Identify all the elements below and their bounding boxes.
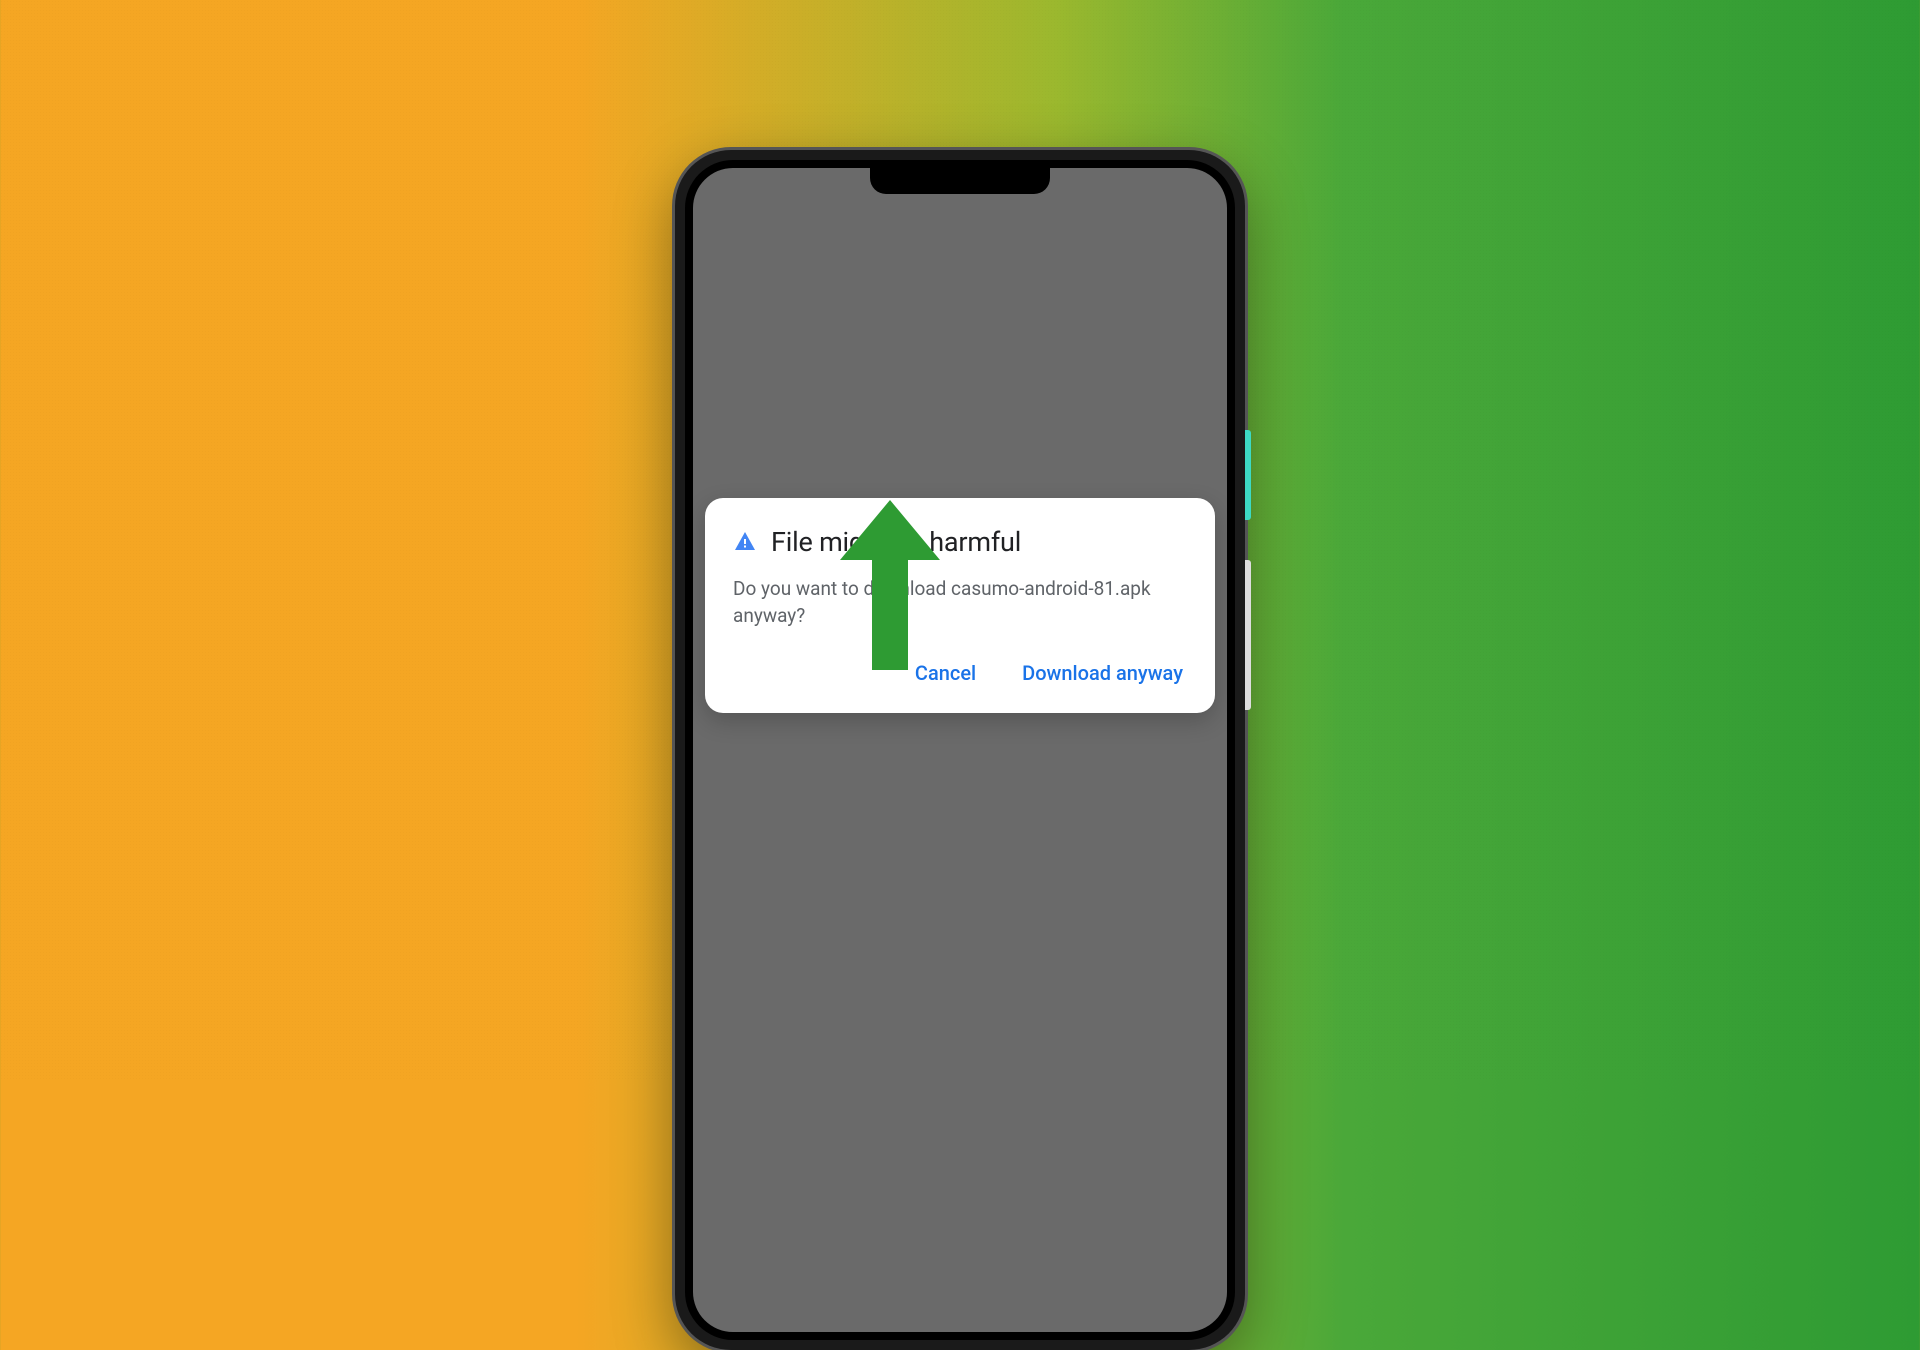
download-anyway-button[interactable]: Download anyway <box>1018 653 1187 693</box>
dialog-header: File might be harmful <box>733 526 1187 558</box>
phone-inner-bezel: File might be harmful Do you want to dow… <box>685 160 1235 1340</box>
warning-triangle-icon <box>733 530 757 554</box>
download-warning-dialog: File might be harmful Do you want to dow… <box>705 498 1215 713</box>
dialog-message: Do you want to download casumo-android-8… <box>733 576 1187 629</box>
dialog-actions: Cancel Download anyway <box>733 653 1187 693</box>
dialog-title: File might be harmful <box>771 526 1021 558</box>
phone-volume-button <box>1245 560 1251 710</box>
cancel-button[interactable]: Cancel <box>911 653 980 693</box>
phone-frame: File might be harmful Do you want to dow… <box>675 150 1245 1350</box>
phone-notch <box>870 168 1050 194</box>
phone-power-button <box>1245 430 1251 520</box>
phone-screen: File might be harmful Do you want to dow… <box>693 168 1227 1332</box>
